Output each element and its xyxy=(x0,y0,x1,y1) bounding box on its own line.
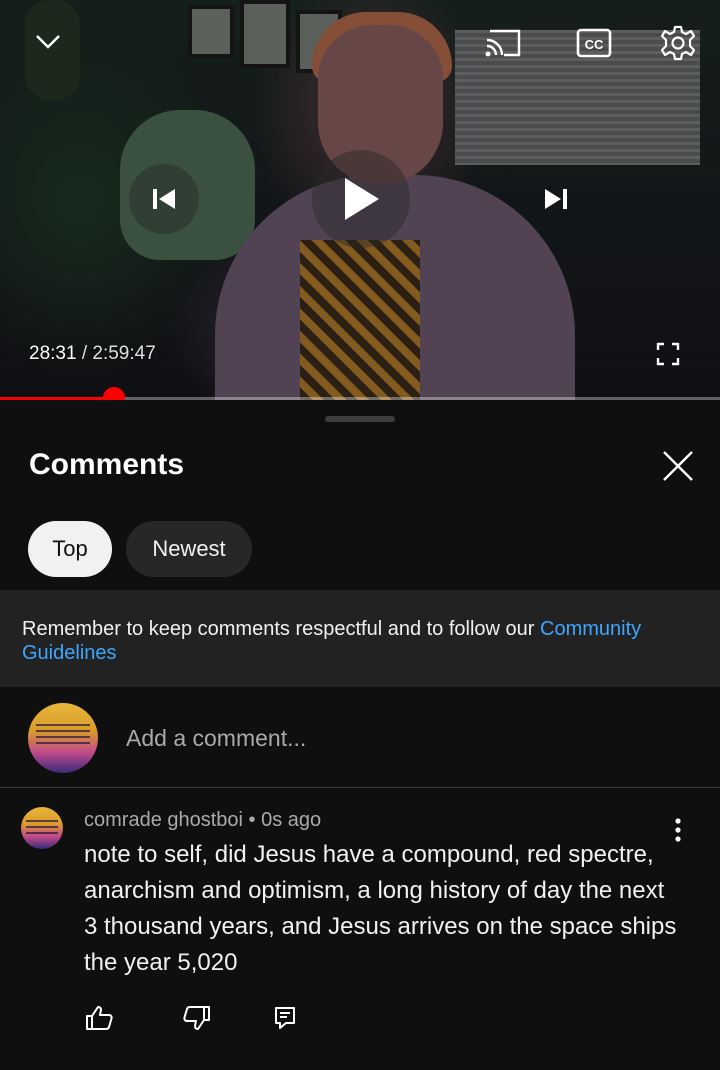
add-comment-input[interactable]: Add a comment... xyxy=(126,725,306,752)
gear-icon xyxy=(660,25,696,61)
video-player[interactable]: CC 28:31 / 2:59:47 xyxy=(0,0,720,400)
community-notice: Remember to keep comments respectful and… xyxy=(0,590,720,687)
closed-captions-icon: CC xyxy=(576,28,612,58)
commenter-avatar[interactable] xyxy=(21,807,63,849)
close-button[interactable] xyxy=(655,443,701,489)
close-icon xyxy=(663,451,693,481)
skip-next-icon xyxy=(545,189,567,209)
next-button[interactable] xyxy=(521,164,591,234)
skip-previous-icon xyxy=(153,189,175,209)
cast-icon xyxy=(485,29,521,57)
add-comment-row[interactable]: Add a comment... xyxy=(0,687,720,788)
filter-chip-top[interactable]: Top xyxy=(28,521,112,577)
filter-chip-newest[interactable]: Newest xyxy=(126,521,252,577)
fullscreen-icon xyxy=(656,342,680,366)
captions-button[interactable]: CC xyxy=(572,21,616,65)
play-icon xyxy=(345,178,379,220)
panel-title: Comments xyxy=(29,448,185,481)
drag-handle[interactable] xyxy=(325,416,395,422)
current-time: 28:31 xyxy=(29,343,77,364)
comment-age: 0s ago xyxy=(261,809,322,831)
reply-icon xyxy=(275,1007,295,1029)
comment-meta: comrade ghostboi • 0s ago xyxy=(84,809,321,832)
collapse-button[interactable] xyxy=(26,20,70,64)
play-button[interactable] xyxy=(312,150,410,248)
cast-button[interactable] xyxy=(481,21,525,65)
thumbs-up-icon xyxy=(86,1006,113,1030)
comment-author[interactable]: comrade ghostboi xyxy=(84,809,243,831)
settings-button[interactable] xyxy=(656,21,700,65)
time-display: 28:31 / 2:59:47 xyxy=(29,343,156,365)
reply-button[interactable] xyxy=(270,1003,300,1033)
time-separator: / xyxy=(76,343,93,364)
chevron-down-icon xyxy=(36,35,60,49)
user-avatar xyxy=(28,703,98,773)
dislike-button[interactable] xyxy=(182,1003,212,1033)
thumbs-down-icon xyxy=(183,1006,210,1030)
like-button[interactable] xyxy=(84,1003,114,1033)
previous-button[interactable] xyxy=(129,164,199,234)
meta-separator: • xyxy=(242,809,262,831)
comment-text: note to self, did Jesus have a compound,… xyxy=(84,841,677,976)
video-duration: 2:59:47 xyxy=(92,343,156,364)
fullscreen-button[interactable] xyxy=(648,334,688,374)
comments-panel: Comments Top Newest Remember to keep com… xyxy=(0,400,720,1070)
svg-text:CC: CC xyxy=(585,37,604,52)
notice-text: Remember to keep comments respectful and… xyxy=(22,618,541,640)
